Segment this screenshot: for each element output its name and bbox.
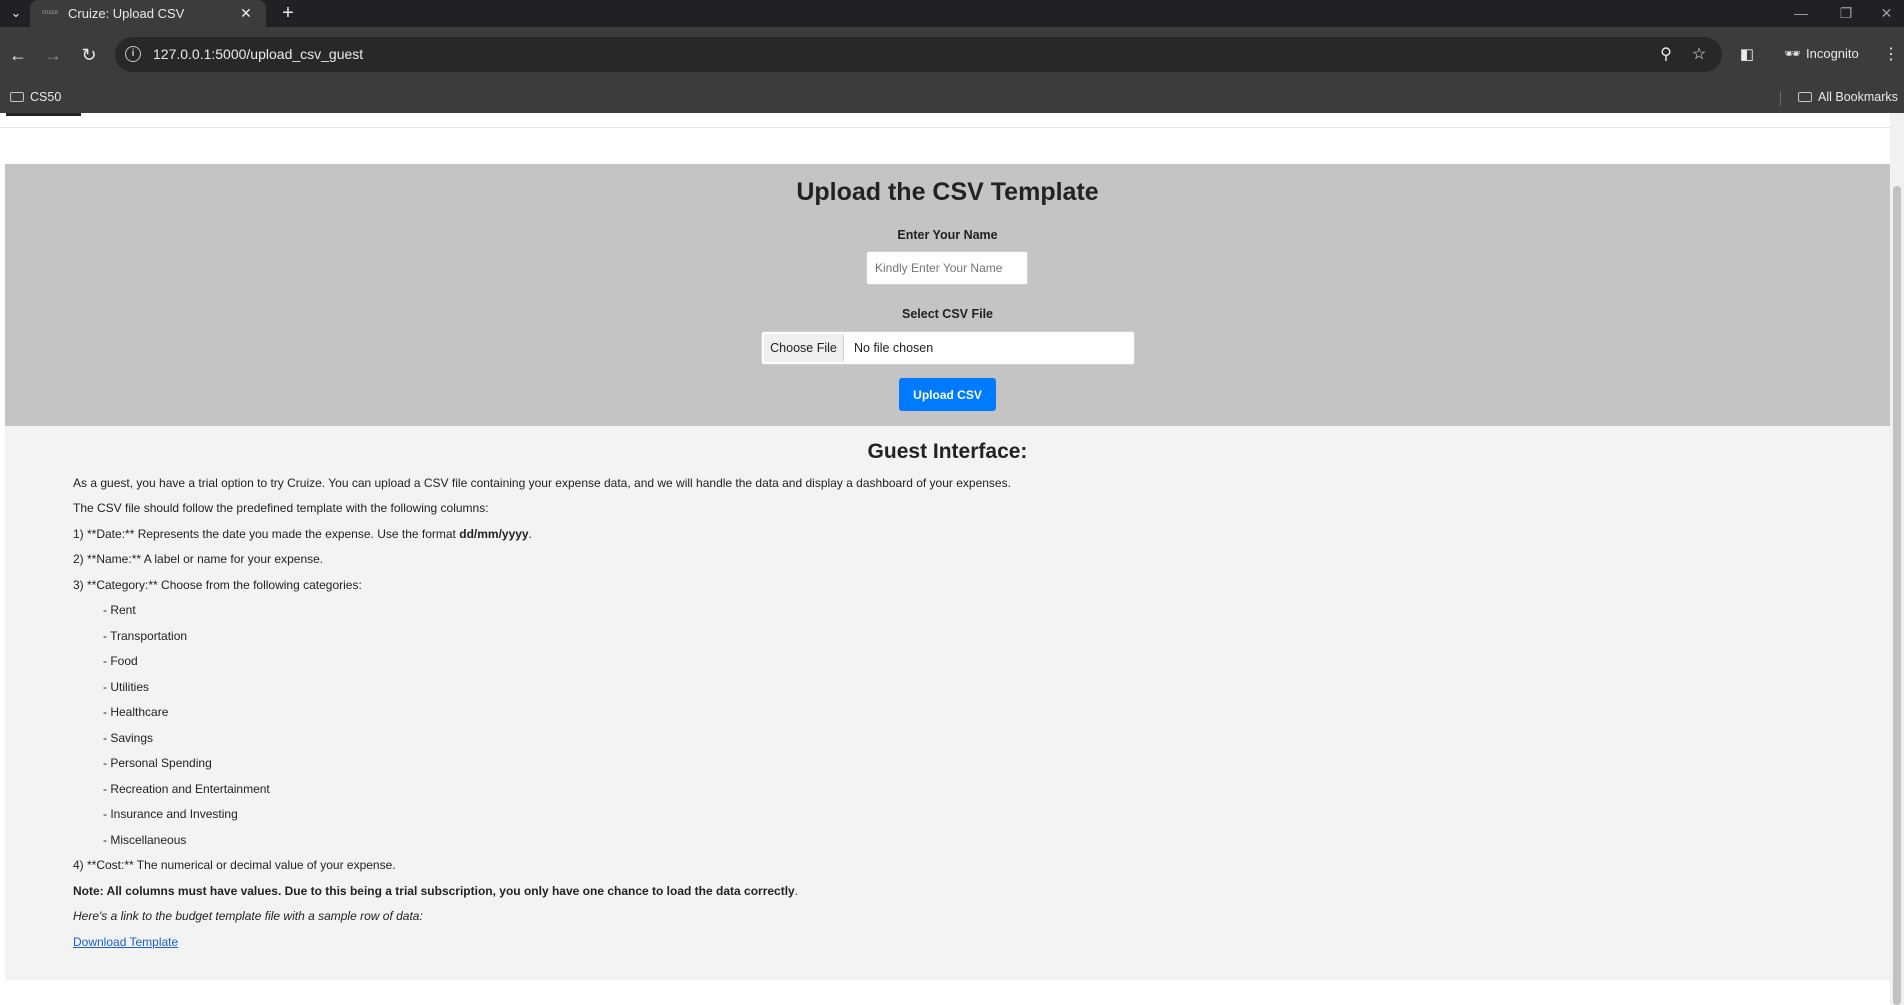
folder-icon [10,92,24,102]
new-tab-icon[interactable]: + [276,1,300,25]
close-tab-icon[interactable]: ✕ [236,3,256,23]
page-title: Upload the CSV Template [796,178,1099,206]
all-bookmarks-label: All Bookmarks [1818,90,1898,104]
active-nav-indicator [6,113,81,116]
category-item: - Transportation [103,629,188,643]
bookmarks-divider [1780,91,1781,106]
name-column-line: 2) **Name:** A label or name for your ex… [73,552,324,566]
browser-toolbar: ← → ↻ i 127.0.0.1:5000/upload_csv_guest … [0,27,1904,82]
upload-section: Upload the CSV Template Enter Your Name … [5,164,1890,426]
download-template-link[interactable]: Download Template [73,935,178,949]
category-column-line: 3) **Category:** Choose from the followi… [73,578,362,592]
tab-favicon-icon: cruize [42,10,59,16]
incognito-icon: 🕶 [1784,46,1801,61]
back-icon[interactable]: ← [4,41,32,69]
category-item: - Healthcare [103,705,169,719]
address-bar[interactable]: i 127.0.0.1:5000/upload_csv_guest ⚲ ☆ [115,37,1722,72]
category-item: - Utilities [103,680,150,694]
date-format: dd/mm/yyyy [459,527,529,541]
choose-file-button[interactable]: Choose File [764,334,844,362]
scrollbar-thumb[interactable] [1893,186,1901,1005]
bookmark-folder-cs50[interactable]: CS50 [10,90,61,104]
incognito-label: Incognito [1806,46,1859,61]
name-label: Enter Your Name [897,228,998,242]
template-intro: The CSV file should follow the predefine… [73,501,489,515]
trial-note-text: Note: All columns must have values. Due … [73,884,795,898]
name-input[interactable] [866,251,1028,285]
date-column-suffix: . [528,527,532,541]
cost-column-line: 4) **Cost:** The numerical or decimal va… [73,858,396,872]
zoom-icon[interactable]: ⚲ [1655,44,1677,66]
download-line: Download Template [73,935,178,949]
guest-intro: As a guest, you have a trial option to t… [73,476,1011,490]
all-bookmarks-button[interactable]: All Bookmarks [1798,90,1898,104]
file-input[interactable]: Choose File No file chosen [761,331,1135,365]
minimize-icon[interactable]: — [1779,0,1823,27]
site-navbar [0,113,1904,128]
file-status: No file chosen [854,341,934,355]
tab-title: Cruize: Upload CSV [68,6,185,21]
category-item: - Food [103,654,138,668]
category-item: - Recreation and Entertainment [103,782,270,796]
date-column-line: 1) **Date:** Represents the date you mad… [73,527,532,541]
guest-info-section: Guest Interface: As a guest, you have a … [5,426,1890,980]
file-label: Select CSV File [901,307,993,321]
guest-heading: Guest Interface: [867,440,1028,463]
category-item: - Rent [103,603,136,617]
category-item: - Insurance and Investing [103,807,238,821]
forward-icon[interactable]: → [39,41,67,69]
bookmarks-bar: CS50 All Bookmarks [0,82,1904,114]
incognito-badge[interactable]: 🕶 Incognito [1772,37,1880,71]
bookmark-star-icon[interactable]: ☆ [1688,44,1710,66]
page-viewport: Upload the CSV Template Enter Your Name … [0,113,1904,1005]
reload-icon[interactable]: ↻ [75,41,103,69]
template-link-intro-text: Here's a link to the budget template fil… [73,909,423,923]
trial-note-suffix: . [794,884,799,898]
category-item: - Miscellaneous [103,833,187,847]
tab-strip: ⌄ cruize Cruize: Upload CSV ✕ + — ❐ ✕ [0,0,1904,27]
bookmark-label: CS50 [30,90,62,104]
category-item: - Savings [103,731,154,745]
trial-note: Note: All columns must have values. Due … [73,884,798,898]
side-panel-icon[interactable]: ◧ [1736,44,1758,66]
active-tab[interactable]: cruize Cruize: Upload CSV ✕ [30,0,266,27]
category-item: - Personal Spending [103,756,212,770]
site-info-icon[interactable]: i [125,46,141,62]
url-text[interactable]: 127.0.0.1:5000/upload_csv_guest [153,46,363,62]
template-link-intro: Here's a link to the budget template fil… [73,909,423,923]
page-scrollbar[interactable] [1890,113,1904,1005]
date-column-text: 1) **Date:** Represents the date you mad… [73,527,460,541]
browser-menu-icon[interactable]: ⋮ [1883,44,1899,66]
restore-icon[interactable]: ❐ [1824,0,1868,27]
close-window-icon[interactable]: ✕ [1869,0,1904,27]
upload-csv-button[interactable]: Upload CSV [899,378,996,411]
folder-icon [1798,92,1812,102]
tab-search-icon[interactable]: ⌄ [4,1,28,25]
